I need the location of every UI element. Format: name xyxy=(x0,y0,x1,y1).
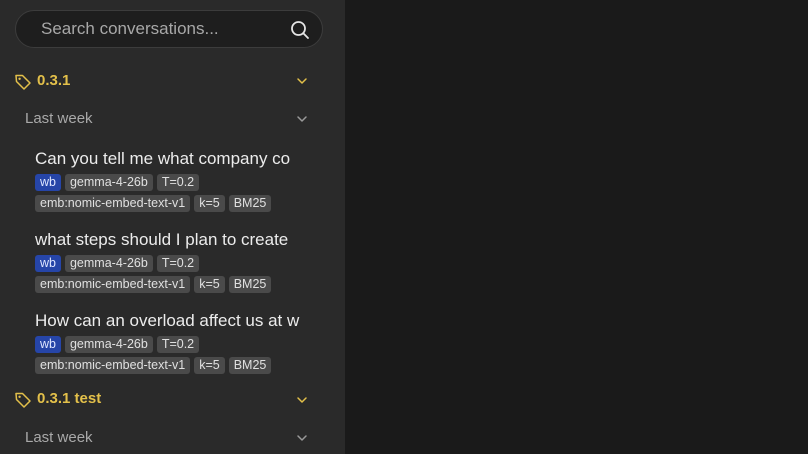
section-label: Last week xyxy=(25,429,93,446)
badge-row: emb:nomic-embed-text-v1 k=5 BM25 xyxy=(35,195,272,212)
group-header-0-3-1[interactable]: 0.3.1 xyxy=(0,67,345,95)
conversation-item[interactable]: Can you tell me what company co wb gemma… xyxy=(35,149,315,224)
badge-row: wb gemma-4-26b T=0.2 xyxy=(35,255,200,272)
chevron-down-icon[interactable] xyxy=(295,393,309,407)
bm25-badge: BM25 xyxy=(228,357,272,374)
embedding-badge: emb:nomic-embed-text-v1 xyxy=(35,195,191,212)
top-k-badge: k=5 xyxy=(194,276,225,293)
section-header-last-week[interactable]: Last week xyxy=(0,106,345,132)
top-k-badge: k=5 xyxy=(194,357,225,374)
top-k-badge: k=5 xyxy=(194,195,225,212)
main-panel xyxy=(345,0,808,454)
bm25-badge: BM25 xyxy=(228,276,272,293)
embedding-badge: emb:nomic-embed-text-v1 xyxy=(35,357,191,374)
conversation-item[interactable]: what steps should I plan to create wb ge… xyxy=(35,230,315,305)
temperature-badge: T=0.2 xyxy=(156,174,200,191)
section-header-last-week[interactable]: Last week xyxy=(0,425,345,451)
badge-row: emb:nomic-embed-text-v1 k=5 BM25 xyxy=(35,276,272,293)
chevron-down-icon[interactable] xyxy=(295,112,309,126)
search-box xyxy=(15,10,323,48)
conversation-title: what steps should I plan to create xyxy=(35,230,289,249)
model-badge: gemma-4-26b xyxy=(64,255,153,272)
group-header-0-3-1-test[interactable]: 0.3.1 test xyxy=(0,385,345,413)
sidebar: 0.3.1 Last week Can you tell me what com… xyxy=(0,0,345,454)
conversation-item[interactable]: How can an overload affect us at w wb ge… xyxy=(35,311,315,386)
group-label: 0.3.1 xyxy=(37,72,71,89)
model-badge: gemma-4-26b xyxy=(64,174,153,191)
badge-row: wb gemma-4-26b T=0.2 xyxy=(35,336,200,353)
workbench-badge: wb xyxy=(35,336,61,353)
tag-icon xyxy=(15,392,31,408)
temperature-badge: T=0.2 xyxy=(156,336,200,353)
search-icon[interactable] xyxy=(290,20,310,40)
workbench-badge: wb xyxy=(35,255,61,272)
badge-row: emb:nomic-embed-text-v1 k=5 BM25 xyxy=(35,357,272,374)
conversation-title: Can you tell me what company co xyxy=(35,149,291,168)
bm25-badge: BM25 xyxy=(228,195,272,212)
embedding-badge: emb:nomic-embed-text-v1 xyxy=(35,276,191,293)
badge-row: wb gemma-4-26b T=0.2 xyxy=(35,174,200,191)
temperature-badge: T=0.2 xyxy=(156,255,200,272)
workbench-badge: wb xyxy=(35,174,61,191)
conversation-title: How can an overload affect us at w xyxy=(35,311,300,330)
section-label: Last week xyxy=(25,110,93,127)
search-input[interactable] xyxy=(41,11,291,47)
group-label: 0.3.1 test xyxy=(37,390,102,407)
model-badge: gemma-4-26b xyxy=(64,336,153,353)
chevron-down-icon[interactable] xyxy=(295,74,309,88)
tag-icon xyxy=(15,74,31,90)
chevron-down-icon[interactable] xyxy=(295,431,309,445)
